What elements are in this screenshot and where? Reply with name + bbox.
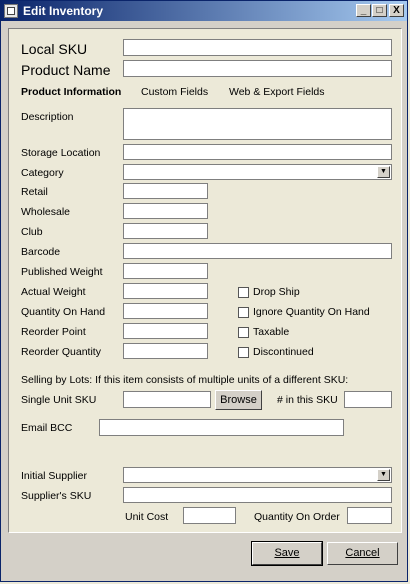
- actual-weight-field[interactable]: [123, 283, 208, 299]
- tab-product-information[interactable]: Product Information: [21, 86, 128, 98]
- published-weight-field[interactable]: [123, 263, 208, 279]
- reorder-point-field[interactable]: [123, 323, 208, 339]
- suppliers-sku-field[interactable]: [123, 487, 392, 503]
- in-this-sku-label: # in this SKU: [277, 394, 338, 406]
- actual-weight-label: Actual Weight: [21, 286, 86, 298]
- category-combo[interactable]: ▼: [123, 164, 392, 180]
- barcode-label: Barcode: [21, 246, 61, 258]
- quantity-on-hand-field[interactable]: [123, 303, 208, 319]
- quantity-on-order-field[interactable]: [347, 507, 392, 524]
- save-button-label: Save: [274, 547, 300, 559]
- taxable-label: Taxable: [253, 326, 290, 338]
- taxable-checkbox[interactable]: [238, 327, 249, 338]
- lots-note: Selling by Lots: If this item consists o…: [21, 374, 349, 386]
- barcode-field[interactable]: [123, 243, 392, 259]
- unit-cost-field[interactable]: [183, 507, 236, 524]
- cancel-button[interactable]: Cancel: [327, 542, 398, 565]
- storage-location-field[interactable]: [123, 144, 392, 160]
- initial-supplier-combo[interactable]: ▼: [123, 467, 392, 483]
- form-body: Local SKU Product Name Product Informati…: [8, 28, 402, 533]
- edit-inventory-window: Edit Inventory _ □ X Local SKU Product N…: [0, 0, 408, 582]
- tab-web-export-fields[interactable]: Web & Export Fields: [229, 86, 325, 98]
- product-name-label: Product Name: [21, 62, 111, 78]
- ignore-quantity-label: Ignore Quantity On Hand: [253, 306, 370, 318]
- reorder-quantity-field[interactable]: [123, 343, 208, 359]
- quantity-on-hand-label: Quantity On Hand: [21, 306, 106, 318]
- retail-field[interactable]: [123, 183, 208, 199]
- close-button[interactable]: X: [389, 4, 404, 17]
- club-field[interactable]: [123, 223, 208, 239]
- discontinued-checkbox[interactable]: [238, 347, 249, 358]
- cancel-button-label: Cancel: [345, 547, 380, 559]
- window-title: Edit Inventory: [23, 4, 104, 18]
- wholesale-field[interactable]: [123, 203, 208, 219]
- local-sku-label: Local SKU: [21, 41, 88, 57]
- save-button[interactable]: Save: [251, 541, 323, 566]
- quantity-on-order-label: Quantity On Order: [254, 511, 340, 523]
- email-bcc-label: Email BCC: [21, 422, 73, 434]
- form-icon: [4, 4, 18, 18]
- ignore-quantity-checkbox[interactable]: [238, 307, 249, 318]
- email-bcc-field[interactable]: [99, 419, 344, 436]
- browse-button[interactable]: Browse: [215, 390, 262, 410]
- drop-ship-label: Drop Ship: [253, 286, 300, 298]
- in-this-sku-field[interactable]: [344, 391, 392, 408]
- chevron-down-icon[interactable]: ▼: [377, 469, 390, 481]
- minimize-button[interactable]: _: [356, 4, 371, 17]
- maximize-button[interactable]: □: [372, 4, 387, 17]
- drop-ship-checkbox[interactable]: [238, 287, 249, 298]
- chevron-down-icon[interactable]: ▼: [377, 166, 390, 178]
- product-name-field[interactable]: [123, 60, 392, 77]
- discontinued-label: Discontinued: [253, 346, 314, 358]
- title-bar[interactable]: Edit Inventory _ □ X: [1, 1, 407, 21]
- wholesale-label: Wholesale: [21, 206, 71, 218]
- tab-custom-fields[interactable]: Custom Fields: [141, 86, 208, 98]
- club-label: Club: [21, 226, 43, 238]
- single-unit-sku-field[interactable]: [123, 391, 211, 408]
- reorder-point-label: Reorder Point: [21, 326, 86, 338]
- single-unit-sku-label: Single Unit SKU: [21, 394, 97, 406]
- local-sku-field[interactable]: [123, 39, 392, 56]
- description-label: Description: [21, 111, 74, 123]
- initial-supplier-label: Initial Supplier: [21, 470, 87, 482]
- storage-location-label: Storage Location: [21, 147, 101, 159]
- suppliers-sku-label: Supplier's SKU: [21, 490, 92, 502]
- category-label: Category: [21, 167, 64, 179]
- retail-label: Retail: [21, 186, 48, 198]
- reorder-quantity-label: Reorder Quantity: [21, 346, 101, 358]
- unit-cost-label: Unit Cost: [125, 511, 169, 523]
- description-field[interactable]: [123, 108, 392, 140]
- published-weight-label: Published Weight: [21, 266, 103, 278]
